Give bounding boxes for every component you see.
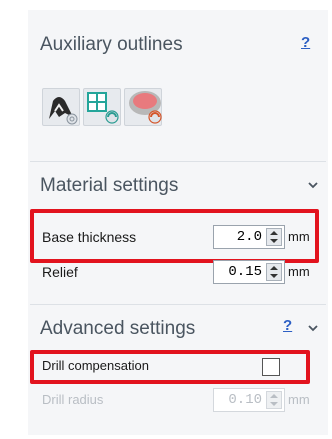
up-down-arrow-icon — [270, 394, 278, 406]
base-thickness-label: Base thickness — [42, 229, 137, 245]
section-divider — [30, 161, 326, 162]
spinner-arrows-icon — [266, 391, 282, 409]
up-down-arrow-icon — [270, 231, 278, 243]
drill-radius-spinner: 0.10 — [213, 388, 285, 412]
spinner-arrows-icon[interactable] — [266, 263, 282, 281]
jaw-outline-icon — [49, 97, 78, 125]
grid-outline-icon — [87, 92, 119, 124]
chevron-down-icon[interactable] — [308, 323, 318, 333]
section-divider — [30, 304, 326, 305]
drill-radius-value: 0.10 — [228, 392, 262, 408]
grid-outline-tool-button[interactable] — [83, 88, 121, 126]
pad-outline-tool-button[interactable] — [124, 88, 162, 126]
spinner-arrows-icon[interactable] — [266, 228, 282, 246]
auxiliary-help-link[interactable]: ? — [301, 34, 310, 51]
base-thickness-value: 2.0 — [236, 229, 262, 245]
advanced-help-link[interactable]: ? — [283, 317, 292, 334]
drill-radius-unit: mm — [288, 392, 310, 407]
relief-label: Relief — [42, 264, 78, 280]
pad-outline-icon — [129, 91, 162, 124]
relief-unit: mm — [288, 264, 310, 279]
material-settings-title: Material settings — [40, 175, 179, 196]
up-down-arrow-icon — [270, 266, 278, 278]
drill-compensation-label: Drill compensation — [42, 358, 149, 373]
outline-jaw-tool-button[interactable] — [42, 88, 80, 126]
drill-compensation-checkbox[interactable] — [262, 358, 280, 376]
base-thickness-spinner[interactable]: 2.0 — [213, 225, 285, 249]
relief-spinner[interactable]: 0.15 — [213, 260, 285, 284]
relief-value: 0.15 — [228, 264, 262, 280]
drill-radius-label: Drill radius — [42, 392, 104, 407]
advanced-settings-title: Advanced settings — [40, 318, 196, 339]
chevron-down-icon[interactable] — [308, 180, 318, 190]
auxiliary-outlines-title: Auxiliary outlines — [40, 34, 183, 55]
base-thickness-unit: mm — [288, 229, 310, 244]
